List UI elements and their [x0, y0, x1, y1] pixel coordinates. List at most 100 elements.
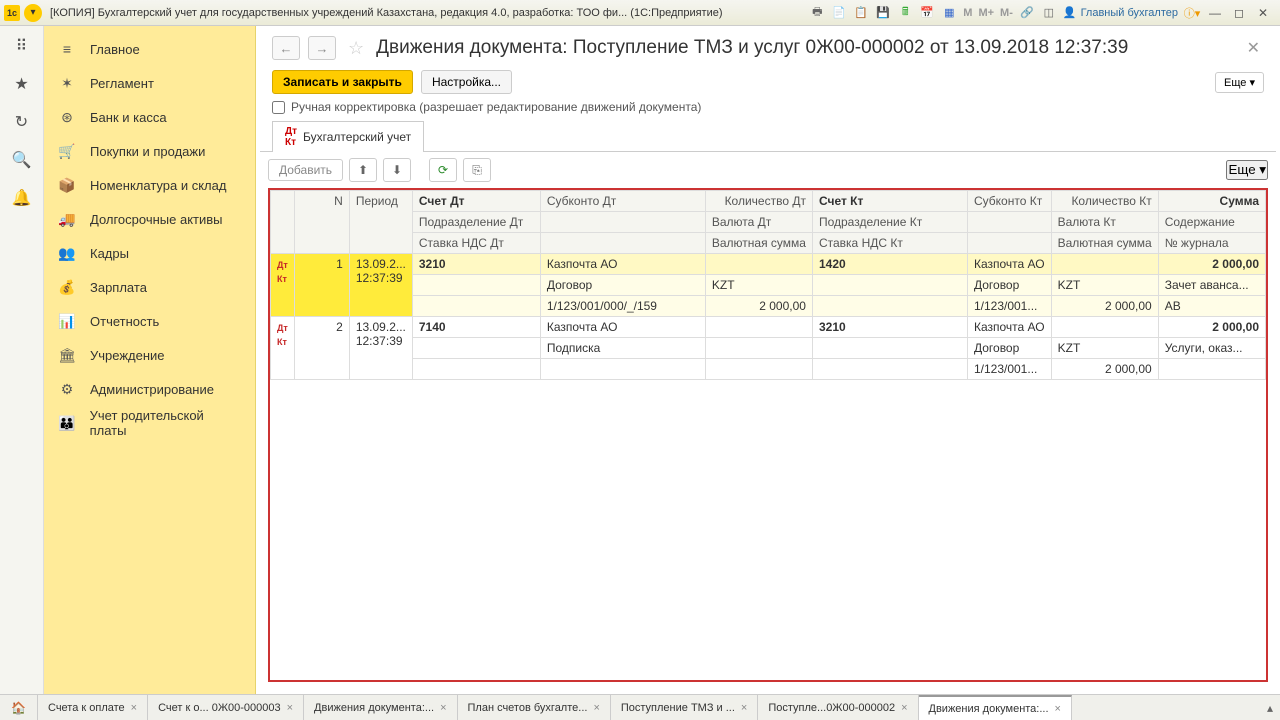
close-window-button[interactable]: ✕ — [1254, 5, 1272, 21]
tabs-scroll-button[interactable]: ▴ — [1260, 695, 1280, 720]
panel-icon[interactable]: ◫ — [1041, 5, 1057, 21]
table-row[interactable]: 1/123/001/000/_/1592 000,00 1/123/001...… — [271, 296, 1266, 317]
sidebar-icon: ✶ — [58, 75, 76, 92]
grid-icon[interactable]: ▦ — [941, 5, 957, 21]
calc-icon[interactable]: 🖩 — [897, 5, 913, 21]
doc-icon[interactable]: 📄 — [831, 5, 847, 21]
bottom-tab[interactable]: Поступле...0Ж00-000002× — [758, 695, 918, 720]
link-icon[interactable]: 🔗 — [1019, 5, 1035, 21]
bottom-tab[interactable]: План счетов бухгалте...× — [458, 695, 611, 720]
tab-label: Бухгалтерский учет — [303, 130, 411, 144]
favorite-star-icon[interactable]: ☆ — [348, 38, 364, 59]
m-button[interactable]: M — [963, 7, 972, 19]
sidebar-item[interactable]: ≡Главное — [44, 32, 255, 66]
sidebar-label: Учреждение — [90, 348, 165, 363]
sidebar-icon: 🏛 — [58, 347, 76, 364]
close-tab-icon[interactable]: × — [131, 702, 137, 714]
bottom-tab[interactable]: Движения документа:... × — [919, 695, 1072, 720]
sidebar-icon: 👥 — [58, 245, 76, 262]
sidebar-item[interactable]: ✶ Регламент — [44, 66, 255, 100]
export-button[interactable]: ⎘ — [463, 158, 491, 182]
bottom-tab[interactable]: Счета к оплате × — [38, 695, 148, 720]
command-bar: Записать и закрыть Настройка... Еще ▾ — [256, 66, 1280, 98]
sidebar-label: Регламент — [90, 76, 154, 91]
close-tab-icon[interactable]: × — [593, 702, 599, 714]
sidebar-icon: 🚚 — [58, 211, 76, 228]
sidebar-icon: ⊛ — [58, 109, 76, 126]
refresh-button[interactable]: ⟳ — [429, 158, 457, 182]
bottom-tab-label: Счета к оплате — [48, 702, 125, 714]
tab-accounting[interactable]: ДтКт Бухгалтерский учет — [272, 121, 424, 152]
calendar-icon[interactable]: 📅 — [919, 5, 935, 21]
bottom-tab[interactable]: Поступление ТМЗ и ...× — [611, 695, 758, 720]
manual-edit-row: Ручная корректировка (разрешает редактир… — [256, 98, 1280, 120]
table-row[interactable]: ДтКт 1 13.09.2...12:37:39 3210Казпочта А… — [271, 254, 1266, 275]
sidebar-icon: ⚙ — [58, 381, 76, 398]
sidebar: ≡Главное ✶ Регламент ⊛Банк и касса🛒Покупки … — [44, 26, 256, 694]
close-tab-icon[interactable]: × — [1055, 703, 1061, 715]
close-tab-icon[interactable]: × — [440, 702, 446, 714]
back-button[interactable]: ← — [272, 36, 300, 60]
current-user[interactable]: 👤Главный бухгалтер — [1063, 6, 1178, 19]
close-tab-icon[interactable]: × — [287, 702, 293, 714]
search-icon[interactable]: 🔍 — [12, 150, 32, 170]
sidebar-label: Покупки и продажи — [90, 144, 205, 159]
sidebar-icon: 👪 — [58, 415, 76, 432]
settings-button[interactable]: Настройка... — [421, 70, 512, 94]
table-more-button[interactable]: Еще ▾ — [1226, 160, 1268, 180]
sidebar-item[interactable]: 👥Кадры — [44, 236, 255, 270]
sidebar-label: Номенклатура и склад — [90, 178, 226, 193]
maximize-button[interactable]: ◻ — [1230, 5, 1248, 21]
sidebar-item[interactable]: 📦 Номенклатура и склад — [44, 168, 255, 202]
m-plus-button[interactable]: M+ — [978, 7, 994, 19]
forward-button[interactable]: → — [308, 36, 336, 60]
bottom-tab-label: Движения документа:... — [929, 703, 1049, 715]
dt-kt-icon: ДтКт — [285, 126, 297, 148]
app-logo: 1c — [4, 5, 20, 21]
table-row[interactable]: Подписка ДоговорKZT Услуги, оказ... — [271, 338, 1266, 359]
sidebar-label: Администрирование — [90, 382, 214, 397]
notifications-icon[interactable]: 🔔 — [12, 188, 32, 208]
home-tab[interactable]: 🏠 — [0, 695, 38, 720]
sidebar-icon: 📦 — [58, 177, 76, 194]
table-row[interactable]: ДоговорKZT ДоговорKZT Зачет аванса... — [271, 275, 1266, 296]
sidebar-item[interactable]: 📊Отчетность — [44, 304, 255, 338]
title-bar: 1c ▾ [КОПИЯ] Бухгалтерский учет для госу… — [0, 0, 1280, 26]
movements-table[interactable]: N Период Счет Дт Субконто Дт Количество … — [268, 188, 1268, 682]
favorites-icon[interactable]: ★ — [12, 74, 32, 94]
move-down-button[interactable]: ⬇ — [383, 158, 411, 182]
manual-edit-checkbox[interactable] — [272, 101, 285, 114]
close-tab-icon[interactable]: × — [741, 702, 747, 714]
bottom-tab[interactable]: Движения документа:... × — [304, 695, 457, 720]
dt-kt-icon: ДтКт — [277, 260, 288, 284]
sidebar-item[interactable]: 🛒Покупки и продажи — [44, 134, 255, 168]
m-minus-button[interactable]: M- — [1000, 7, 1013, 19]
print-icon[interactable]: 🖶 — [809, 5, 825, 21]
save-and-close-button[interactable]: Записать и закрыть — [272, 70, 413, 94]
sidebar-item[interactable]: 💰Зарплата — [44, 270, 255, 304]
move-up-button[interactable]: ⬆ — [349, 158, 377, 182]
add-button[interactable]: Добавить — [268, 159, 343, 181]
sidebar-label: Зарплата — [90, 280, 147, 295]
sidebar-item[interactable]: 🏛 Учреждение — [44, 338, 255, 372]
save-icon[interactable]: 💾 — [875, 5, 891, 21]
bottom-tab[interactable]: Счет к о... 0Ж00-000003× — [148, 695, 304, 720]
nav-back-circle[interactable]: ▾ — [24, 4, 42, 22]
clipboard-icon[interactable]: 📋 — [853, 5, 869, 21]
sidebar-item[interactable]: 🚚Долгосрочные активы — [44, 202, 255, 236]
apps-icon[interactable]: ⠿ — [12, 36, 32, 56]
minimize-button[interactable]: — — [1206, 5, 1224, 21]
sidebar-item[interactable]: 👪 Учет родительской платы — [44, 406, 255, 440]
sidebar-item[interactable]: ⚙ Администрирование — [44, 372, 255, 406]
close-document-button[interactable]: ✕ — [1243, 38, 1264, 58]
more-button[interactable]: Еще ▾ — [1215, 72, 1264, 93]
history-icon[interactable]: ↻ — [12, 112, 32, 132]
table-row[interactable]: ДтКт 2 13.09.2...12:37:39 7140Казпочта А… — [271, 317, 1266, 338]
window-title: [КОПИЯ] Бухгалтерский учет для государст… — [44, 7, 809, 19]
table-row[interactable]: 1/123/001...2 000,00 — [271, 359, 1266, 380]
bottom-tab-label: Движения документа:... — [314, 702, 434, 714]
info-icon[interactable]: ⓘ▾ — [1184, 5, 1200, 21]
sidebar-item[interactable]: ⊛Банк и касса — [44, 100, 255, 134]
close-tab-icon[interactable]: × — [901, 702, 907, 714]
sidebar-label: Учет родительской платы — [90, 408, 241, 438]
